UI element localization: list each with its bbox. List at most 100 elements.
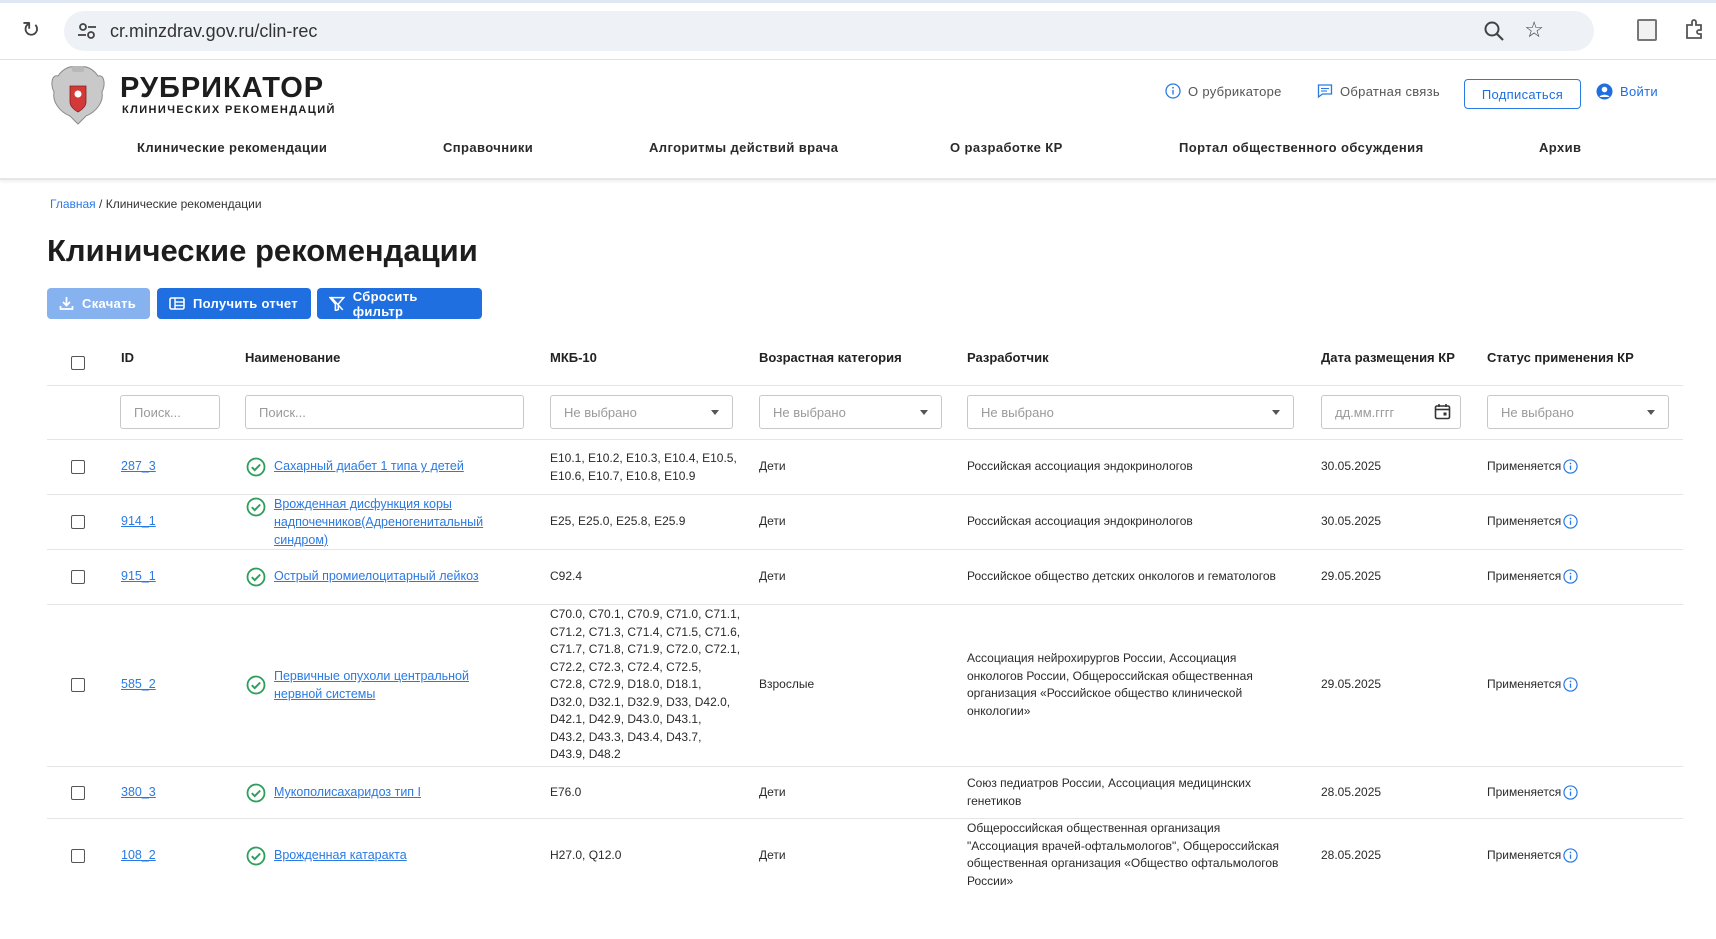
info-icon[interactable] <box>1563 848 1578 863</box>
reload-icon[interactable]: ↻ <box>18 17 44 43</box>
select-all-checkbox[interactable] <box>71 356 85 370</box>
name-search-input[interactable]: Поиск... <box>245 395 524 429</box>
row-id-link[interactable]: 380_3 <box>121 784 156 802</box>
mkb-line: E25, E25.0, E25.8, E25.9 <box>550 514 686 528</box>
row-mkb: C70.0, C70.1, C70.9, C71.0, C71.1, C71.2… <box>550 606 740 764</box>
row-checkbox[interactable] <box>71 678 85 692</box>
name-line[interactable]: Сахарный диабет 1 типа у детей <box>274 457 464 475</box>
developer-filter-select[interactable]: Не выбрано <box>967 395 1294 429</box>
developer-line: "Ассоциация врачей-офтальмологов", Общер… <box>967 838 1280 853</box>
mkb-line: D43.2, D43.3, D43.4, D43.7, <box>550 729 702 744</box>
column-header-id[interactable]: ID <box>121 350 134 365</box>
column-header-age[interactable]: Возрастная категория <box>759 350 902 365</box>
name-line[interactable]: Острый промиелоцитарный лейкоз <box>274 567 479 585</box>
id-search-input[interactable]: Поиск... <box>120 395 220 429</box>
info-icon[interactable] <box>1563 459 1578 474</box>
mkb-line: E76.0 <box>550 785 582 799</box>
developer-line: Российская ассоциация эндокринологов <box>967 459 1193 473</box>
nav-item-about-development[interactable]: О разработке КР <box>950 140 1063 155</box>
coat-of-arms-logo[interactable] <box>48 62 108 128</box>
column-header-mkb[interactable]: МКБ-10 <box>550 350 597 365</box>
nav-item-directories[interactable]: Справочники <box>443 140 533 155</box>
feedback-link[interactable]: Обратная связь <box>1317 83 1440 99</box>
age-filter-select[interactable]: Не выбрано <box>759 395 942 429</box>
zoom-icon[interactable] <box>1482 19 1506 43</box>
report-label: Получить отчет <box>193 296 298 311</box>
name-line[interactable]: Первичные опухоли центральной <box>274 667 469 685</box>
url-text[interactable]: cr.minzdrav.gov.ru/clin-rec <box>110 21 317 42</box>
nav-item-archive[interactable]: Архив <box>1539 140 1581 155</box>
row-id-link[interactable]: 108_2 <box>121 847 156 865</box>
name-line[interactable]: нервной системы <box>274 685 469 703</box>
breadcrumb-separator: / <box>95 197 106 211</box>
date-filter-input[interactable]: дд.мм.гггг <box>1321 395 1461 429</box>
about-rubricator-link[interactable]: О рубрикаторе <box>1165 83 1282 99</box>
column-header-date[interactable]: Дата размещения КР <box>1321 350 1455 365</box>
row-status: Применяется <box>1487 847 1578 865</box>
row-name-link[interactable]: Острый промиелоцитарный лейкоз <box>274 567 479 585</box>
row-name-link[interactable]: Первичные опухоли центральной нервной сис… <box>274 667 469 703</box>
get-report-button[interactable]: Получить отчет <box>157 288 311 319</box>
date-placeholder: дд.мм.гггг <box>1335 405 1395 420</box>
reading-mode-icon[interactable] <box>1637 19 1657 41</box>
info-icon[interactable] <box>1563 677 1578 692</box>
breadcrumb-home[interactable]: Главная <box>50 197 96 211</box>
status-filter-select[interactable]: Не выбрано <box>1487 395 1669 429</box>
info-icon[interactable] <box>1563 569 1578 584</box>
name-line[interactable]: Врожденная катаракта <box>274 846 407 864</box>
logo-title[interactable]: РУБРИКАТОР <box>120 72 324 105</box>
bookmark-star-icon[interactable]: ☆ <box>1524 17 1544 43</box>
check-circle-icon <box>246 846 266 866</box>
row-id-link[interactable]: 914_1 <box>121 513 156 531</box>
row-checkbox[interactable] <box>71 849 85 863</box>
name-line[interactable]: Мукополисахаридоз тип I <box>274 783 421 801</box>
breadcrumb-current: Клинические рекомендации <box>105 197 262 211</box>
row-name-link[interactable]: Врожденная дисфункция коры надпочечников(… <box>274 495 483 549</box>
row-checkbox[interactable] <box>71 786 85 800</box>
info-icon[interactable] <box>1563 785 1578 800</box>
subscribe-button[interactable]: Подписаться <box>1464 79 1581 109</box>
developer-line: организация «Российское общество клиниче… <box>967 686 1243 700</box>
column-header-status[interactable]: Статус применения КР <box>1487 350 1634 365</box>
extensions-icon[interactable] <box>1683 17 1707 41</box>
site-settings-icon[interactable] <box>76 20 98 42</box>
name-line[interactable]: Врожденная дисфункция коры <box>274 495 483 513</box>
column-header-name[interactable]: Наименование <box>245 350 340 365</box>
developer-line: онкологии» <box>967 703 1031 718</box>
mkb-filter-select[interactable]: Не выбрано <box>550 395 733 429</box>
table-row: 287_3 Сахарный диабет 1 типа у детей E10… <box>47 440 1683 495</box>
row-status: Применяется <box>1487 784 1578 802</box>
row-checkbox[interactable] <box>71 515 85 529</box>
row-checkbox[interactable] <box>71 570 85 584</box>
row-name-link[interactable]: Врожденная катаракта <box>274 846 407 864</box>
nav-item-clinical-recs[interactable]: Клинические рекомендации <box>137 140 327 155</box>
row-id-link[interactable]: 287_3 <box>121 458 156 476</box>
developer-line: генетиков <box>967 793 1022 808</box>
mkb-line: C72.8, C72.9, D18.0, D18.1, <box>550 677 702 691</box>
status-text: Применяется <box>1487 569 1562 583</box>
row-checkbox[interactable] <box>71 460 85 474</box>
column-header-developer[interactable]: Разработчик <box>967 350 1049 365</box>
name-line[interactable]: синдром) <box>274 531 483 549</box>
nav-item-algorithms[interactable]: Алгоритмы действий врача <box>649 140 838 155</box>
table-row: 380_3 Мукополисахаридоз тип I E76.0 Дети… <box>47 767 1683 819</box>
row-id-link[interactable]: 585_2 <box>121 676 156 694</box>
row-name-link[interactable]: Сахарный диабет 1 типа у детей <box>274 457 464 475</box>
nav-item-public-discussion[interactable]: Портал общественного обсуждения <box>1179 140 1424 155</box>
developer-line: Союз педиатров России, Ассоциация медици… <box>967 776 1251 790</box>
table-row: 585_2 Первичные опухоли центральной нервн… <box>47 605 1683 767</box>
row-name-link[interactable]: Мукополисахаридоз тип I <box>274 783 421 801</box>
row-mkb: C92.4 <box>550 568 582 586</box>
row-developer: Общероссийская общественная организация … <box>967 820 1279 890</box>
download-button[interactable]: Скачать <box>47 288 150 319</box>
address-bar[interactable]: cr.minzdrav.gov.ru/clin-rec ☆ <box>64 11 1594 51</box>
calendar-icon[interactable] <box>1434 403 1451 420</box>
reset-filter-button[interactable]: Сбросить фильтр <box>317 288 482 319</box>
row-age: Дети <box>759 848 786 862</box>
row-id-link[interactable]: 915_1 <box>121 568 156 586</box>
login-link[interactable]: Войти <box>1596 83 1658 100</box>
info-icon[interactable] <box>1563 514 1578 529</box>
check-circle-icon <box>246 567 266 587</box>
name-line[interactable]: надпочечников(Адреногенитальный <box>274 513 483 531</box>
row-mkb: E76.0 <box>550 784 581 802</box>
